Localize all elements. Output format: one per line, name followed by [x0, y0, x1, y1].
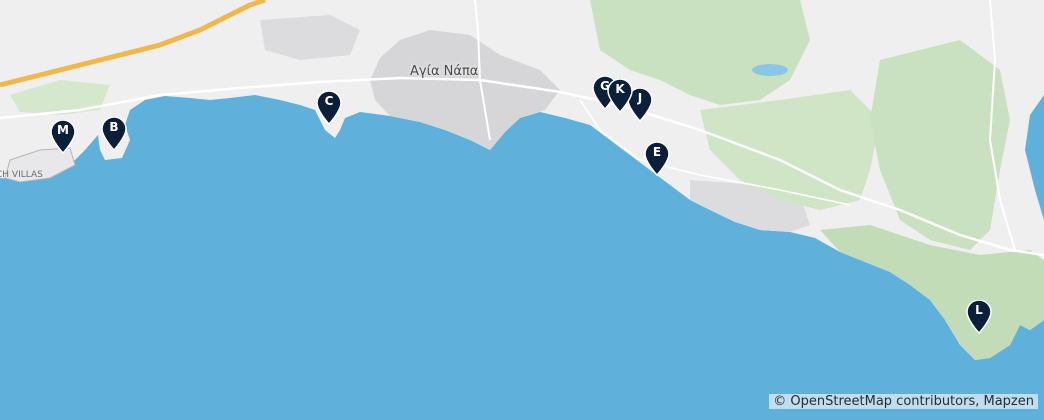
marker-label: B [109, 120, 119, 134]
map-marker-m[interactable]: M [50, 120, 76, 154]
marker-label: L [975, 303, 983, 317]
area-label: CH VILLAS [0, 170, 43, 180]
marker-label: M [57, 123, 69, 137]
marker-label: K [615, 82, 625, 96]
map-marker-k[interactable]: K [607, 79, 633, 113]
map-marker-l[interactable]: L [966, 300, 992, 334]
map-marker-e[interactable]: E [644, 142, 670, 176]
map-attribution[interactable]: © OpenStreetMap contributors, Mapzen [769, 394, 1038, 409]
map-canvas[interactable]: Αγία Νάπα CH VILLAS M B C G J K E L © Op… [0, 0, 1044, 420]
lake [752, 64, 788, 76]
map-marker-b[interactable]: B [101, 117, 127, 151]
map-marker-c[interactable]: C [316, 91, 342, 125]
town-label: Αγία Νάπα [410, 64, 479, 79]
marker-label: E [652, 145, 662, 159]
map-base [0, 0, 1044, 420]
marker-label: C [324, 94, 334, 108]
